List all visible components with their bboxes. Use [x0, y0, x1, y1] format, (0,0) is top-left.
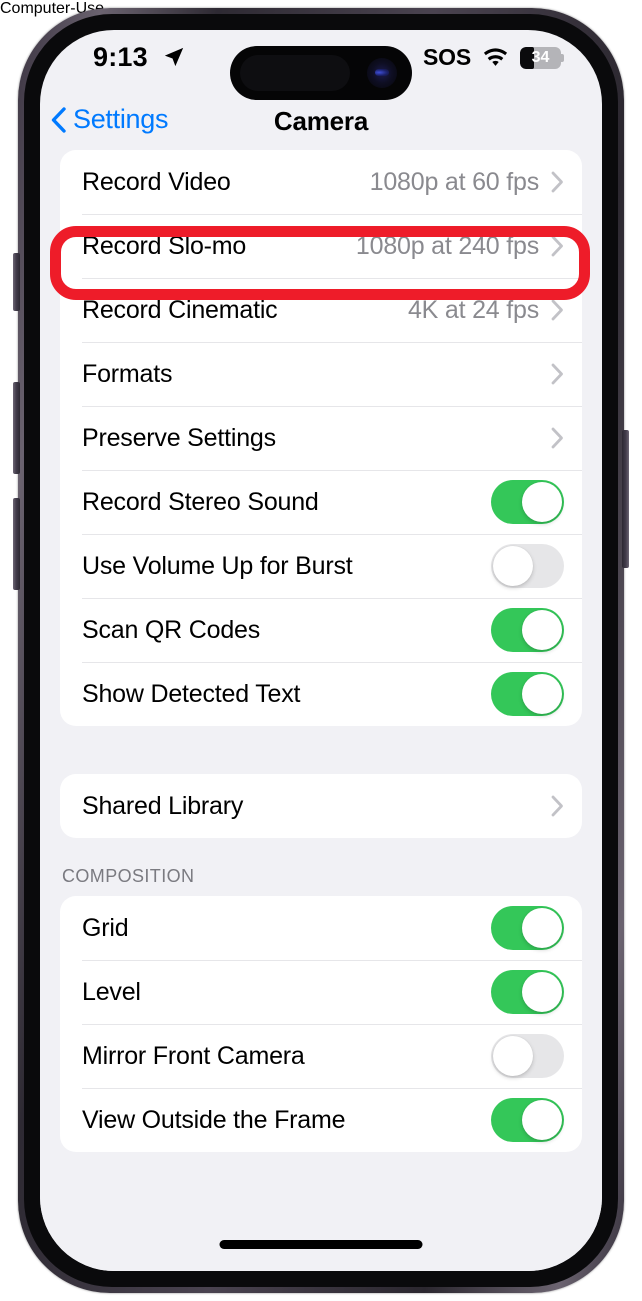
settings-row-label: Record Slo-mo — [82, 231, 247, 260]
settings-row-value: 4K at 24 fps — [407, 295, 539, 324]
battery-tip — [561, 53, 564, 62]
toggle-switch[interactable] — [491, 1098, 564, 1142]
chevron-right-icon — [551, 171, 564, 193]
settings-row[interactable]: Formats — [60, 342, 582, 406]
front-camera-lens-icon — [367, 58, 397, 88]
settings-row-label: Grid — [82, 913, 129, 942]
settings-row[interactable]: Shared Library — [60, 774, 582, 838]
status-bar-time: 9:13 — [93, 42, 148, 72]
settings-row[interactable]: Record Slo-mo 1080p at 240 fps — [60, 214, 582, 278]
power-button[interactable] — [622, 430, 629, 568]
chevron-right-icon — [551, 299, 564, 321]
toggle-knob — [522, 610, 562, 650]
settings-row-label: Record Cinematic — [82, 295, 278, 324]
settings-row-label: Scan QR Codes — [82, 615, 261, 644]
settings-row-label: Shared Library — [82, 791, 244, 820]
toggle-switch[interactable] — [491, 608, 564, 652]
navigation-bar: Settings Camera — [40, 92, 602, 150]
battery-percent-label: 34 — [531, 48, 550, 66]
settings-row[interactable]: Use Volume Up for Burst — [60, 534, 582, 598]
settings-row[interactable]: View Outside the Frame — [60, 1088, 582, 1152]
settings-row-label: Show Detected Text — [82, 679, 301, 708]
settings-row-label: Formats — [82, 359, 173, 388]
toggle-switch[interactable] — [491, 480, 564, 524]
settings-row[interactable]: Grid — [60, 896, 582, 960]
settings-row-value: 1080p at 60 fps — [369, 167, 540, 196]
toggle-knob — [522, 674, 562, 714]
volume-up-button[interactable] — [13, 382, 20, 474]
chevron-right-icon — [551, 363, 564, 385]
settings-row[interactable]: Mirror Front Camera — [60, 1024, 582, 1088]
chevron-right-icon — [551, 795, 564, 817]
settings-group: Grid Level Mirror Front Camera View Outside… — [60, 896, 582, 1152]
settings-list[interactable]: Record Video 1080p at 60 fps Record Slo-mo… — [40, 150, 602, 1271]
toggle-switch[interactable] — [491, 672, 564, 716]
settings-row[interactable]: Record Cinematic 4K at 24 fps — [60, 278, 582, 342]
settings-row[interactable]: Level — [60, 960, 582, 1024]
action-button[interactable] — [13, 253, 20, 311]
settings-row-label: Level — [82, 977, 141, 1006]
settings-row-label: Preserve Settings — [82, 423, 276, 452]
toggle-knob — [493, 1036, 533, 1076]
status-bar: 9:13 SOS 34 — [40, 30, 602, 100]
chevron-right-icon — [551, 427, 564, 449]
sos-indicator: SOS — [423, 44, 471, 70]
settings-group: Shared Library — [60, 774, 582, 838]
location-arrow-icon — [163, 46, 185, 68]
settings-row-value: 1080p at 240 fps — [355, 231, 539, 260]
toggle-switch[interactable] — [491, 970, 564, 1014]
toggle-knob — [522, 482, 562, 522]
settings-row-label: Mirror Front Camera — [82, 1041, 305, 1070]
wifi-icon — [482, 47, 509, 68]
dynamic-island-pill — [240, 55, 350, 91]
battery-indicator: 34 — [520, 46, 564, 69]
home-indicator[interactable] — [219, 1240, 423, 1249]
settings-row[interactable]: Preserve Settings — [60, 406, 582, 470]
section-header: COMPOSITION — [62, 866, 195, 886]
toggle-switch[interactable] — [491, 544, 564, 588]
phone-screen: 9:13 SOS 34 Settings Camera Record Video… — [40, 30, 602, 1271]
chevron-right-icon — [551, 235, 564, 257]
toggle-switch[interactable] — [491, 906, 564, 950]
toggle-knob — [522, 1100, 562, 1140]
settings-row-label: Use Volume Up for Burst — [82, 551, 353, 580]
status-bar-indicators: SOS 34 — [423, 44, 564, 71]
settings-row[interactable]: Record Video 1080p at 60 fps — [60, 150, 582, 214]
settings-group: Record Video 1080p at 60 fps Record Slo-mo… — [60, 150, 582, 726]
toggle-knob — [522, 908, 562, 948]
toggle-knob — [493, 546, 533, 586]
settings-row-label: Record Video — [82, 167, 231, 196]
volume-down-button[interactable] — [13, 498, 20, 590]
settings-row[interactable]: Scan QR Codes — [60, 598, 582, 662]
settings-row-label: View Outside the Frame — [82, 1105, 346, 1134]
settings-row[interactable]: Record Stereo Sound — [60, 470, 582, 534]
settings-row[interactable]: Show Detected Text — [60, 662, 582, 726]
toggle-knob — [522, 972, 562, 1012]
iphone-device-frame: 9:13 SOS 34 Settings Camera Record Video… — [0, 0, 642, 1301]
page-title: Camera — [273, 106, 369, 136]
toggle-switch[interactable] — [491, 1034, 564, 1078]
settings-row-label: Record Stereo Sound — [82, 487, 319, 516]
